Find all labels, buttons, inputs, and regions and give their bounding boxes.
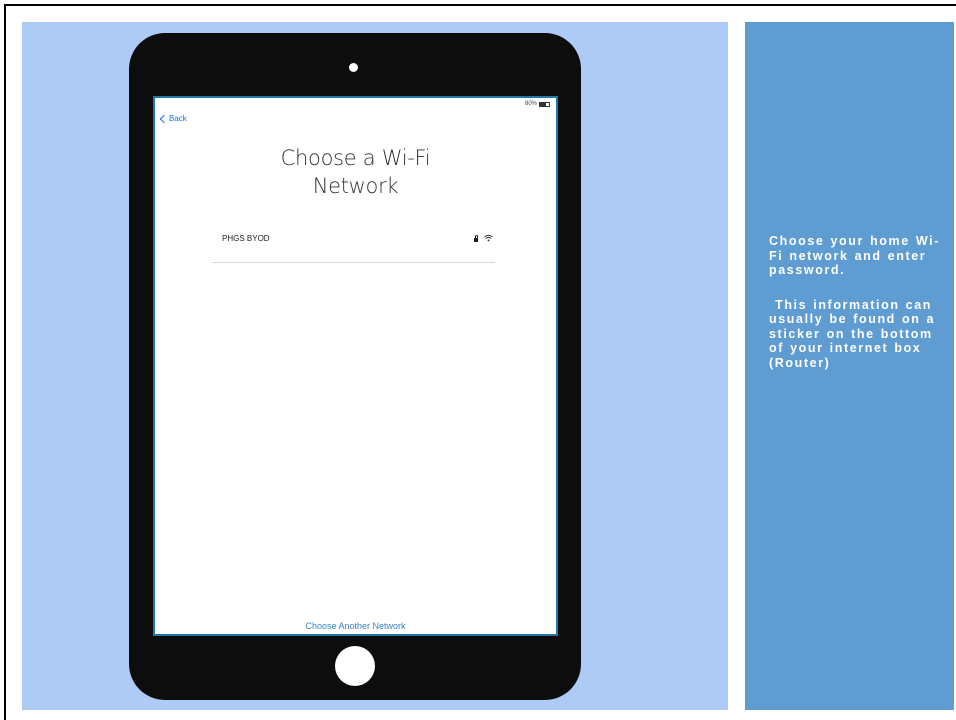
network-row[interactable]: PHGS BYOD: [212, 229, 495, 263]
ipad-device: 80% Back Choose a Wi-Fi Network PHGS BYO…: [129, 33, 581, 700]
wifi-icon: [484, 234, 493, 242]
home-button[interactable]: [335, 646, 375, 686]
caption-line-2: This information can usually be found on…: [769, 297, 942, 370]
lock-icon: [474, 234, 478, 242]
back-label: Back: [169, 114, 187, 123]
status-bar: 80%: [525, 100, 550, 108]
back-button[interactable]: Back: [159, 114, 187, 123]
instruction-caption: Choose your home Wi-Fi network and enter…: [769, 234, 951, 390]
chevron-left-icon: [159, 114, 169, 123]
page-title: Choose a Wi-Fi Network: [155, 144, 556, 200]
network-name: PHGS BYOD: [222, 234, 270, 243]
right-panel: Choose your home Wi-Fi network and enter…: [745, 22, 954, 710]
battery-percent: 80%: [524, 101, 537, 107]
page-title-text: Choose a Wi-Fi Network: [280, 146, 431, 198]
camera-dot: [349, 63, 358, 72]
choose-another-network-link[interactable]: Choose Another Network: [155, 621, 556, 631]
ipad-screen: 80% Back Choose a Wi-Fi Network PHGS BYO…: [153, 96, 558, 636]
network-icons: [474, 234, 493, 242]
caption-line-1: Choose your home Wi-Fi network and enter…: [769, 234, 941, 277]
battery-icon: [539, 101, 550, 107]
